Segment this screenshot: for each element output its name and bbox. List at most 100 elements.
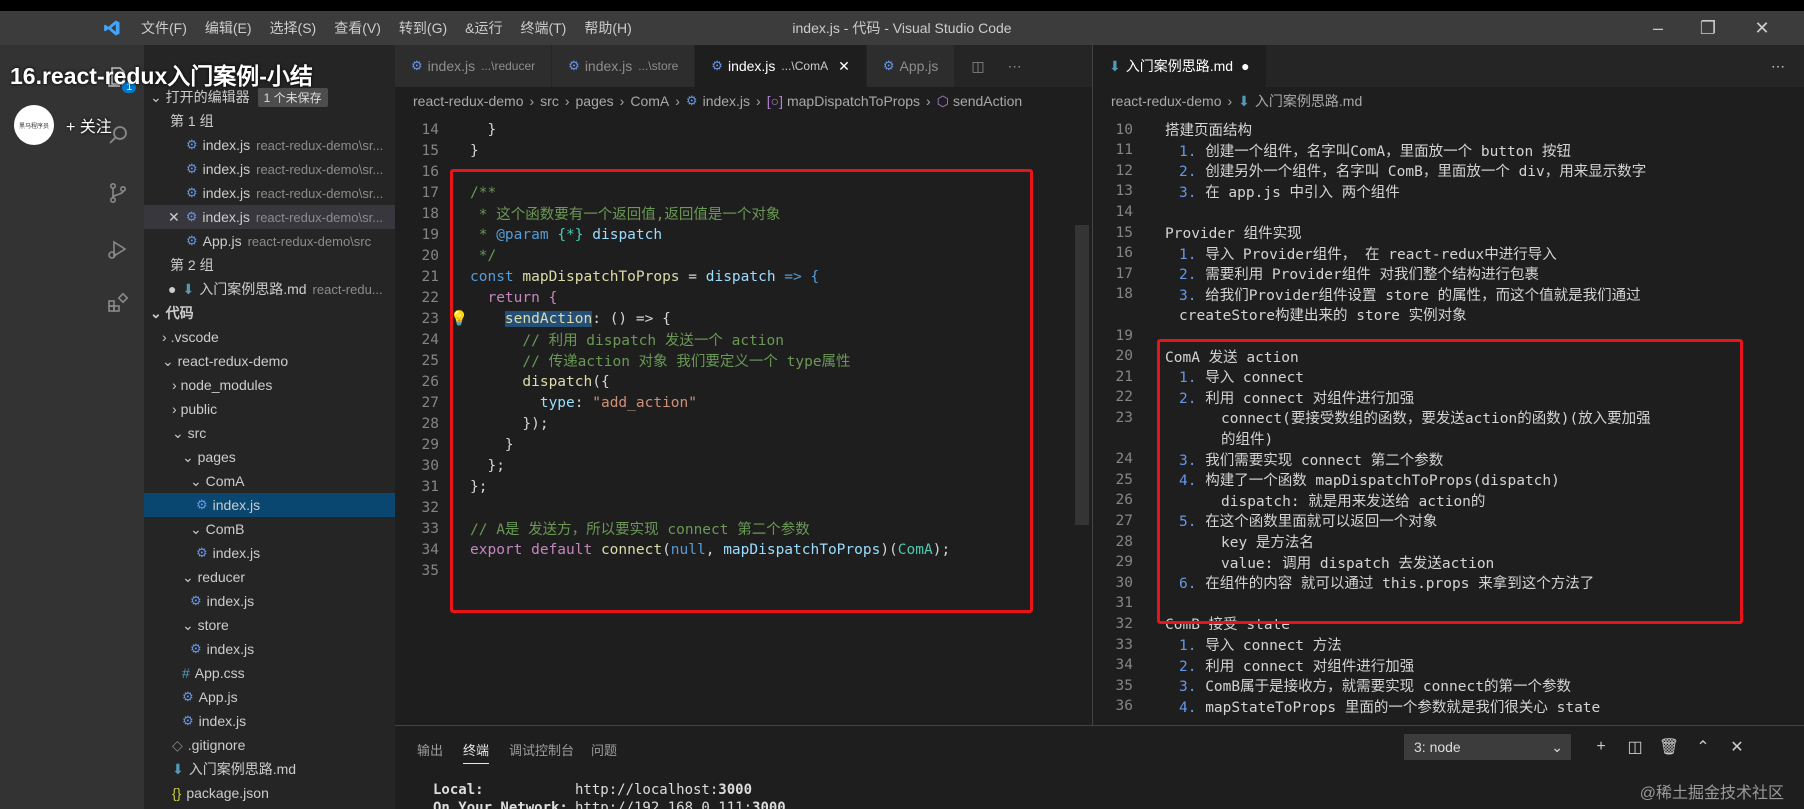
- line-number: 36: [1115, 698, 1133, 715]
- tree-item-folder[interactable]: › public: [144, 397, 395, 421]
- editor-group-2: ⬇ 入门案例思路.md ● ⋯ react-redux-demo › ⬇ 入门案例思路.…: [1092, 45, 1804, 725]
- editor-scrollbar[interactable]: [1075, 225, 1089, 525]
- breadcrumb-item[interactable]: pages: [576, 93, 614, 109]
- tree-item-file[interactable]: ◇ .gitignore: [144, 733, 395, 757]
- tab-coma-index[interactable]: ⚙ index.js ...\ComA ✕: [695, 45, 867, 87]
- tree-item-folder[interactable]: ⌄ reducer: [144, 565, 395, 589]
- tree-item-folder[interactable]: ⌄ src: [144, 421, 395, 445]
- terminal-select[interactable]: 3: node ⌄: [1404, 734, 1571, 760]
- tree-item-folder[interactable]: ⌄ pages: [144, 445, 395, 469]
- markdown-file-icon: ⬇: [172, 760, 184, 777]
- breadcrumb-item[interactable]: src: [540, 93, 559, 109]
- tree-item-folder[interactable]: › .vscode: [144, 325, 395, 349]
- minimize-icon[interactable]: –: [1636, 11, 1680, 45]
- extensions-icon[interactable]: [100, 285, 136, 321]
- split-terminal-icon[interactable]: ◫: [1621, 734, 1649, 760]
- menu-view[interactable]: 查看(V): [325, 18, 390, 38]
- tree-item-file[interactable]: {} package.json: [144, 781, 395, 805]
- tree-item-file[interactable]: ⚙ index.js: [144, 637, 395, 661]
- close-window-icon[interactable]: ✕: [1740, 11, 1784, 45]
- tab-output[interactable]: 输出: [417, 740, 443, 759]
- open-editor-item[interactable]: ⚙ App.js react-redux-demo\src: [144, 229, 395, 253]
- close-panel-icon[interactable]: ✕: [1723, 734, 1751, 760]
- menu-help[interactable]: 帮助(H): [575, 18, 640, 38]
- close-icon[interactable]: ✕: [168, 209, 180, 226]
- chevron-down-icon: ⌄: [190, 472, 206, 489]
- open-editor-item-active[interactable]: ✕ ⚙ index.js react-redux-demo\sr...: [144, 205, 395, 229]
- open-editor-item[interactable]: ⚙ index.js react-redux-demo\sr...: [144, 133, 395, 157]
- breadcrumb-item[interactable]: react-redux-demo: [1111, 93, 1222, 109]
- tab-markdown[interactable]: ⬇ 入门案例思路.md ●: [1093, 45, 1267, 87]
- git-file-icon: ◇: [172, 736, 183, 753]
- run-debug-icon[interactable]: [100, 231, 136, 267]
- menu-file[interactable]: 文件(F): [132, 18, 196, 38]
- tab-store-index[interactable]: ⚙ index.js ...\store: [552, 45, 696, 87]
- tree-item-folder[interactable]: ⌄ ComB: [144, 517, 395, 541]
- markdown-text: 2. 创建另外一个组件，名字叫 ComB，里面放一个 div，用来显示数字: [1179, 160, 1646, 181]
- js-file-icon: ⚙: [190, 593, 202, 608]
- chevron-down-icon: ⌄: [182, 616, 198, 633]
- unsaved-dot-icon[interactable]: ●: [1241, 58, 1249, 74]
- line-number: 26: [421, 373, 439, 390]
- tree-item-folder[interactable]: ⌄ store: [144, 613, 395, 637]
- menu-selection[interactable]: 选择(S): [261, 18, 326, 38]
- menu-terminal[interactable]: 终端(T): [511, 18, 575, 38]
- restore-icon[interactable]: ❐: [1686, 11, 1730, 45]
- markdown-line: 12 2. 创建另外一个组件，名字叫 ComB，里面放一个 div，用来显示数字: [1093, 160, 1804, 181]
- breadcrumb-item[interactable]: 入门案例思路.md: [1255, 91, 1362, 111]
- line-number: 30: [421, 457, 439, 474]
- chevron-down-icon: ⌄: [1551, 738, 1563, 755]
- open-editor-item[interactable]: ⚙ index.js react-redux-demo\sr...: [144, 181, 395, 205]
- js-file-icon: ⚙: [182, 713, 194, 728]
- markdown-content: mapStateToProps 里面的一个参数就是我们很关心 state: [1205, 699, 1601, 716]
- split-editor-icon[interactable]: ◫: [955, 45, 1002, 87]
- breadcrumb-item[interactable]: sendAction: [953, 93, 1022, 109]
- folder-header[interactable]: ⌄ 代码: [144, 301, 395, 325]
- tree-item-file[interactable]: ⚙ index.js: [144, 709, 395, 733]
- tree-item-file-selected[interactable]: ⚙ index.js: [144, 493, 395, 517]
- breadcrumb-item[interactable]: mapDispatchToProps: [787, 93, 920, 109]
- line-number: 30: [1115, 574, 1133, 591]
- breadcrumb-item[interactable]: ComA: [630, 93, 669, 109]
- tab-problems[interactable]: 问题: [591, 740, 617, 759]
- tree-item-file[interactable]: ⚙ index.js: [144, 589, 395, 613]
- more-actions-icon[interactable]: ⋯: [1001, 45, 1029, 87]
- tab-app-js[interactable]: ⚙ App.js: [866, 45, 956, 87]
- maximize-panel-icon[interactable]: ⌃: [1689, 734, 1717, 760]
- tree-item-file[interactable]: # App.css: [144, 661, 395, 685]
- breadcrumb-item[interactable]: react-redux-demo: [413, 93, 524, 109]
- editor-tabs-2: ⬇ 入门案例思路.md ● ⋯: [1093, 45, 1804, 87]
- list-number: 1.: [1179, 143, 1197, 160]
- tree-item-file[interactable]: ⬇ 入门案例思路.md: [144, 757, 395, 781]
- menu-run[interactable]: &运行: [456, 18, 511, 38]
- line-number: 31: [1115, 595, 1133, 612]
- markdown-text: 2. 利用 connect 对组件进行加强: [1179, 655, 1414, 676]
- tree-item-file[interactable]: ⚙ index.js: [144, 541, 395, 565]
- more-actions-icon[interactable]: ⋯: [1771, 45, 1804, 87]
- avatar[interactable]: 黑马程序员: [14, 105, 54, 145]
- line-number: 27: [421, 394, 439, 411]
- trash-icon[interactable]: 🗑: [1655, 734, 1683, 760]
- menu-go[interactable]: 转到(G): [390, 18, 456, 38]
- add-terminal-icon[interactable]: +: [1587, 734, 1615, 760]
- source-control-icon[interactable]: [100, 175, 136, 211]
- markdown-line: 36 4. mapStateToProps 里面的一个参数就是我们很关心 stat…: [1093, 696, 1804, 717]
- tab-terminal[interactable]: 终端: [463, 740, 490, 764]
- breadcrumb-item[interactable]: index.js: [703, 93, 750, 109]
- menu-edit[interactable]: 编辑(E): [196, 18, 261, 38]
- tree-item-file[interactable]: ⚙ App.js: [144, 685, 395, 709]
- line-number: 32: [421, 499, 439, 516]
- follow-button[interactable]: + 关注: [66, 113, 112, 137]
- tab-debug-console[interactable]: 调试控制台: [509, 740, 574, 759]
- markdown-content: 导入 Provider组件， 在 react-redux中进行导入: [1205, 246, 1557, 263]
- tab-reducer-index[interactable]: ⚙ index.js ...\reducer: [395, 45, 553, 87]
- close-icon[interactable]: ✕: [838, 58, 850, 75]
- tree-item-folder[interactable]: ⌄ ComA: [144, 469, 395, 493]
- tree-item-folder[interactable]: ⌄ react-redux-demo: [144, 349, 395, 373]
- highlight-box-markdown: [1157, 339, 1743, 624]
- markdown-line: 13 3. 在 app.js 中引入 两个组件: [1093, 181, 1804, 202]
- open-editor-item[interactable]: ⚙ index.js react-redux-demo\sr...: [144, 157, 395, 181]
- open-editor-item[interactable]: ● ⬇ 入门案例思路.md react-redu...: [144, 277, 395, 301]
- tree-item-folder[interactable]: › node_modules: [144, 373, 395, 397]
- markdown-text: createStore构建出来的 store 实例对象: [1179, 304, 1467, 325]
